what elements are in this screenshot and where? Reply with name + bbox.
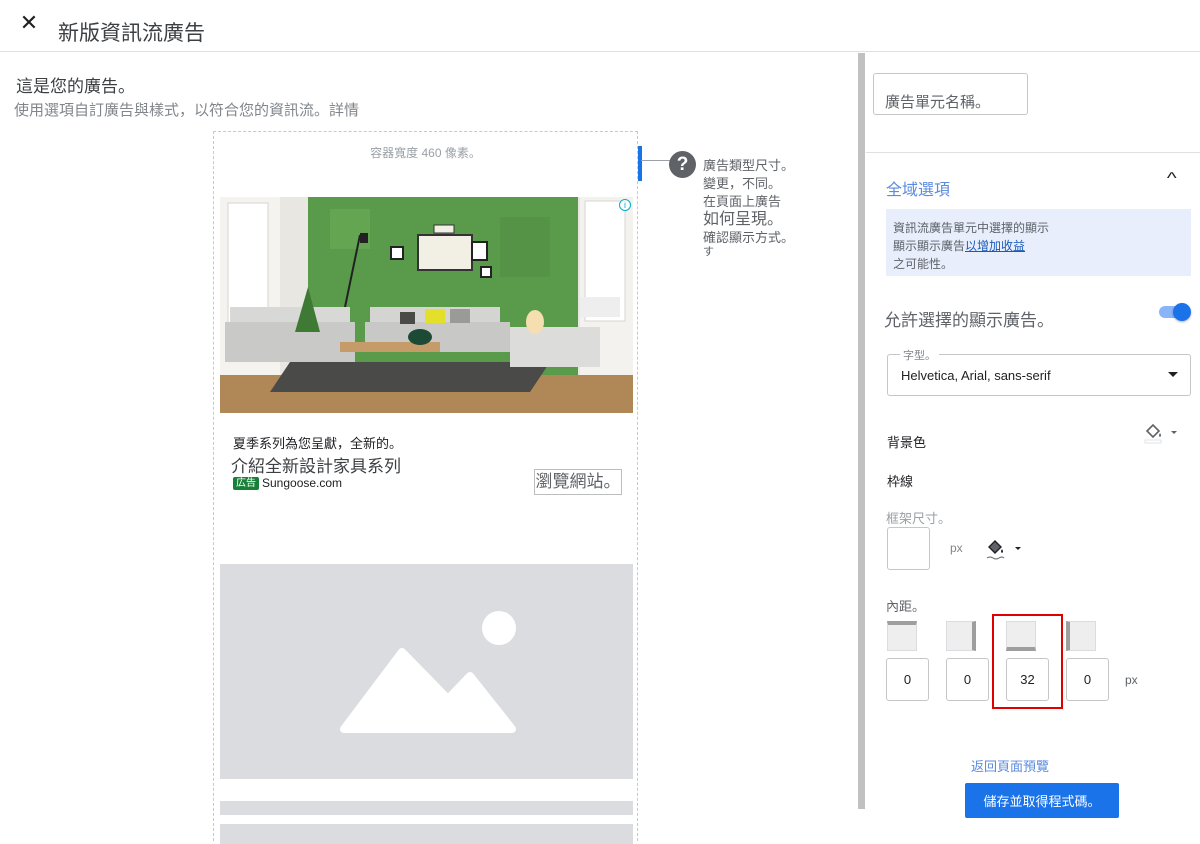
font-select[interactable]: 字型。 Helvetica, Arial, sans-serif <box>887 347 1191 396</box>
info-box: 資訊流廣告單元中選擇的顯示 顯示顯示廣告以增加收益 之可能性。 <box>886 209 1191 276</box>
info-line: 顯示顯示廣告以增加收益 <box>893 237 1183 255</box>
dropdown-arrow-icon <box>1168 372 1178 377</box>
border-color-picker[interactable] <box>985 537 1025 563</box>
callout-connector <box>641 160 671 161</box>
placeholder-text-line <box>220 801 633 815</box>
image-placeholder <box>220 564 633 779</box>
help-icon[interactable]: ? <box>669 151 696 178</box>
global-options-title[interactable]: 全域選項 <box>886 176 950 200</box>
container-width-label: 容器寬度 460 像素。 <box>370 146 481 160</box>
divider <box>866 152 1200 153</box>
ad-unit-name-input[interactable]: 廣告單元名稱。 <box>873 73 1028 115</box>
frame-size-input[interactable] <box>887 527 930 570</box>
scrollbar[interactable] <box>858 53 865 809</box>
frame-size-unit: px <box>950 541 963 555</box>
intro-subtitle: 使用選項自訂廣告與樣式，以符合您的資訊流。詳情 <box>14 102 360 119</box>
padding-label: 內距。 <box>886 599 926 614</box>
image-placeholder-icon <box>340 611 516 733</box>
page-title: 新版資訊流廣告 <box>58 22 205 45</box>
background-color-label: 背景色 <box>887 435 927 450</box>
highlight-box <box>992 614 1063 709</box>
ad-image[interactable]: i <box>220 197 633 413</box>
border-label: 枠線 <box>887 474 914 489</box>
placeholder-text-line <box>220 824 633 844</box>
frame-size-label: 框架尺寸。 <box>886 511 952 526</box>
info-line: 資訊流廣告單元中選擇的顯示 <box>893 221 1050 235</box>
info-text: 顯示顯示廣告 <box>893 239 966 253</box>
allow-display-ads-label: 允許選擇的顯示廣告。 <box>884 311 1054 330</box>
settings-panel: 廣告單元名稱。 全域選項 ^ 資訊流廣告單元中選擇的顯示 顯示顯示廣告以增加收益… <box>866 53 1200 832</box>
toggle-knob[interactable] <box>1173 303 1191 321</box>
living-room-image <box>220 197 633 413</box>
help-line: 確認顯示方式。 <box>703 230 795 245</box>
back-to-preview-link[interactable]: 返回頁面預覽 <box>971 756 1049 775</box>
padding-top-input[interactable]: 0 <box>886 658 929 701</box>
intro-title: 這是您的廣告。 <box>16 77 135 96</box>
ad-domain[interactable]: Sungoose.com <box>262 476 342 490</box>
padding-left-icon <box>1066 621 1096 651</box>
font-label: 字型。 <box>900 347 939 363</box>
preview-panel: 這是您的廣告。 使用選項自訂廣告與樣式，以符合您的資訊流。詳情 容器寬度 460… <box>0 53 856 844</box>
padding-right-icon <box>946 621 976 651</box>
help-line: 如何呈現。 <box>703 211 784 228</box>
ad-container-preview: 容器寬度 460 像素。 i 夏季系列為您呈獻，全新的。 介紹全新設計家具系列 … <box>213 131 642 844</box>
padding-right-input[interactable]: 0 <box>946 658 989 701</box>
help-line: す <box>703 246 714 258</box>
padding-unit: px <box>1125 673 1138 687</box>
padding-left-input[interactable]: 0 <box>1066 658 1109 701</box>
help-callout-text: 廣告類型尺寸。 變更，不同。 在頁面上廣告 如何呈現。 確認顯示方式。 す <box>703 157 823 258</box>
ad-badge: 広告 <box>233 477 259 490</box>
save-and-get-code-button[interactable]: 儲存並取得程式碼。 <box>965 783 1119 818</box>
help-line: 變更，不同。 <box>703 176 782 191</box>
info-icon[interactable]: i <box>619 199 631 211</box>
help-line: 廣告類型尺寸。 <box>703 158 795 173</box>
info-line: 之可能性。 <box>893 257 954 271</box>
padding-top-icon <box>887 621 917 651</box>
font-value: Helvetica, Arial, sans-serif <box>901 368 1051 383</box>
close-icon[interactable]: ✕ <box>18 12 40 34</box>
ad-description[interactable]: 夏季系列為您呈獻，全新的。 <box>233 433 402 452</box>
paint-bucket-icon <box>986 540 1021 560</box>
visit-site-button[interactable]: 瀏覽網站。 <box>534 469 622 495</box>
ad-headline[interactable]: 介紹全新設計家具系列 <box>231 452 401 477</box>
background-color-picker[interactable] <box>1143 422 1183 444</box>
chevron-up-icon[interactable]: ^ <box>1167 170 1177 188</box>
paint-bucket-icon <box>1144 423 1177 444</box>
selection-marker <box>638 146 642 181</box>
help-line: 在頁面上廣告 <box>703 194 782 209</box>
info-link[interactable]: 以增加收益 <box>965 239 1025 253</box>
top-bar: ✕ 新版資訊流廣告 <box>0 0 1200 52</box>
